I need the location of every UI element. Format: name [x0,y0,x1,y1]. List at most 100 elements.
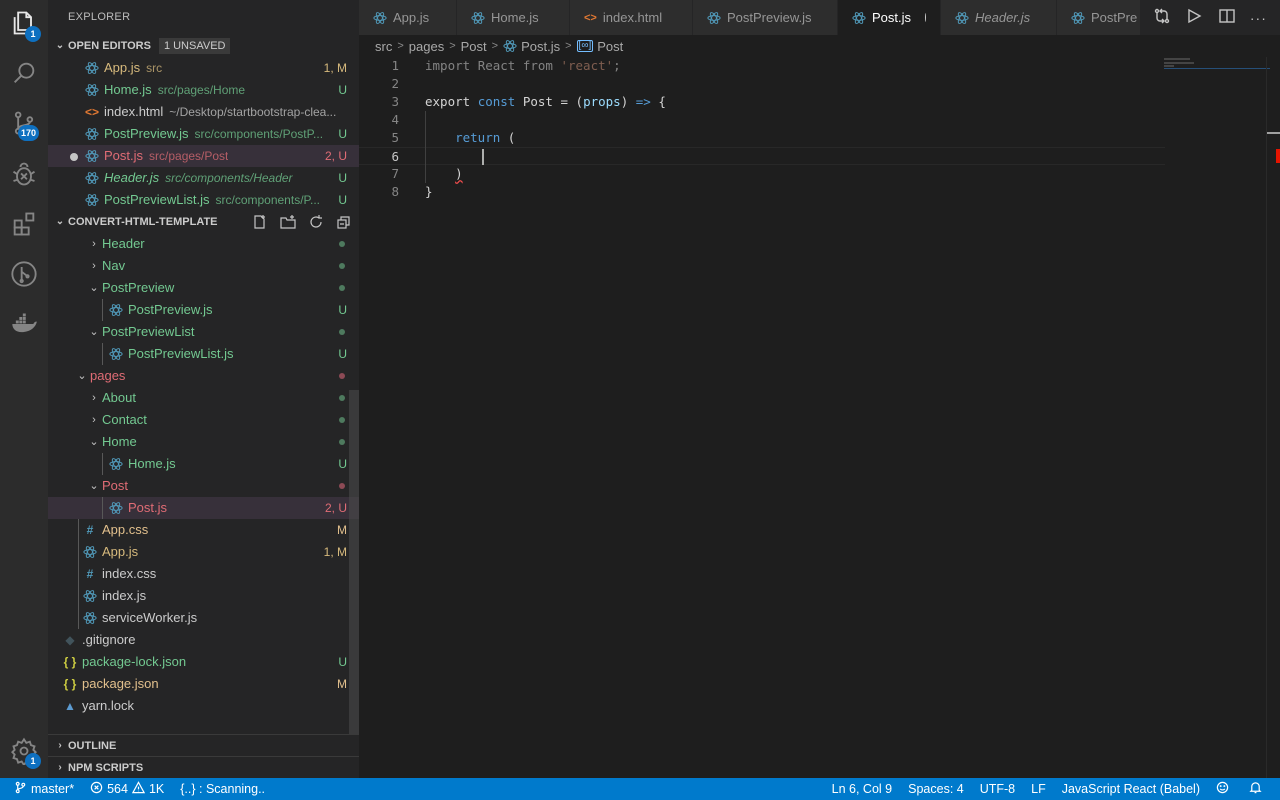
tree-file[interactable]: { } package.json M [48,673,359,695]
end-of-line[interactable]: LF [1023,778,1054,800]
sidebar-scrollbar[interactable] [349,390,359,736]
chevron-right-icon: › [92,260,96,272]
tree-file[interactable]: { } package-lock.json U [48,651,359,673]
docker-activity[interactable] [0,301,48,349]
breadcrumb-symbol[interactable]: Post [597,39,623,54]
open-editor-item[interactable]: <> index.html ~/Desktop/startbootstrap-cle… [48,101,359,123]
open-editor-item[interactable]: Post.js src/pages/Post 2, U [48,145,359,167]
code-token: props [583,94,621,109]
tree-folder[interactable]: ⌄ PostPreviewList [48,321,359,343]
search-activity[interactable] [0,50,48,98]
encoding[interactable]: UTF-8 [972,778,1023,800]
breadcrumb-src[interactable]: src [375,39,392,54]
tree-folder[interactable]: ⌄ PostPreview [48,277,359,299]
compare-changes-icon[interactable] [1153,7,1171,28]
tree-folder[interactable]: › Header [48,233,359,255]
unsaved-dot-icon[interactable] [925,13,926,22]
split-editor-icon[interactable] [1218,7,1236,28]
notifications-button[interactable] [1241,778,1280,800]
git-status: U [338,127,347,141]
code-editor[interactable]: 1 import React from 'react'; 2 3 export cons… [359,57,1280,778]
npm-scripts-header[interactable]: › NPM SCRIPTS [48,756,359,778]
cursor-position[interactable]: Ln 6, Col 9 [824,778,900,800]
tab-post-js[interactable]: Post.js [838,0,941,35]
code-line[interactable]: 6 [359,147,1165,165]
indent-guide [78,563,79,585]
breadcrumb-pages[interactable]: pages [409,39,444,54]
tree-file[interactable]: ▲ yarn.lock [48,695,359,717]
tab-index-html[interactable]: <> index.html [570,0,693,35]
chevron-down-icon: ⌄ [55,40,65,51]
tree-file[interactable]: # App.css M [48,519,359,541]
tree-file[interactable]: Post.js 2, U [48,497,359,519]
code-line[interactable]: 1 import React from 'react'; [359,57,1165,75]
open-editor-item[interactable]: Header.js src/components/Header U [48,167,359,189]
open-editor-item[interactable]: App.js src 1, M [48,57,359,79]
tree-file[interactable]: PostPreviewList.js U [48,343,359,365]
tree-file[interactable]: App.js 1, M [48,541,359,563]
collapse-all-icon[interactable] [335,211,353,233]
tree-folder[interactable]: ⌄ pages [48,365,359,387]
tree-file[interactable]: Home.js U [48,453,359,475]
code-token: from [522,58,561,73]
code-line[interactable]: 7 ) [359,165,1165,183]
tab-header-js[interactable]: Header.js [941,0,1057,35]
scanning-status[interactable]: {..} : Scanning.. [172,778,273,800]
tree-file[interactable]: # index.css [48,563,359,585]
open-editor-item[interactable]: PostPreview.js src/components/PostP... U [48,123,359,145]
run-icon[interactable] [1185,7,1203,28]
open-editor-item[interactable]: Home.js src/pages/Home U [48,79,359,101]
branch-status[interactable]: master* [0,778,82,800]
tree-file[interactable]: PostPreview.js U [48,299,359,321]
git-graph-activity[interactable] [0,251,48,299]
minimap[interactable] [1164,57,1270,778]
git-status: 1, M [323,545,347,559]
open-editors-header[interactable]: ⌄ OPEN EDITORS 1 UNSAVED [48,35,359,57]
unsaved-dot-icon[interactable] [70,153,78,161]
breadcrumb-file[interactable]: Post.js [521,39,560,54]
tab-app-js[interactable]: App.js [359,0,457,35]
npm-scripts-label: NPM SCRIPTS [68,761,144,774]
language-mode[interactable]: JavaScript React (Babel) [1054,778,1208,800]
new-folder-icon[interactable] [279,211,297,233]
code-line[interactable]: 2 [359,75,1165,93]
breadcrumb-post-folder[interactable]: Post [461,39,487,54]
debug-activity[interactable] [0,151,48,199]
indent-guide [78,585,79,607]
tab-postpreview-js[interactable]: PostPreview.js [693,0,838,35]
refresh-icon[interactable] [307,211,325,233]
more-actions-icon[interactable]: ··· [1250,10,1267,26]
tree-folder[interactable]: ⌄ Post [48,475,359,497]
bell-icon [1249,781,1266,797]
tree-file[interactable]: ◆ .gitignore [48,629,359,651]
code-token: { [658,94,666,109]
feedback-button[interactable] [1208,778,1241,800]
problems-status[interactable]: 564 1K [82,778,172,800]
project-header[interactable]: ⌄ CONVERT-HTML-TEMPLATE [48,211,359,233]
line-code: export const Post = (props) => { [425,93,666,111]
tree-folder[interactable]: › Contact [48,409,359,431]
open-editor-item[interactable]: PostPreviewList.js src/components/P... U [48,189,359,211]
line-number: 8 [391,184,399,199]
tree-folder[interactable]: › About [48,387,359,409]
editor-scrollbar[interactable] [1266,57,1280,778]
search-icon [10,59,38,90]
tree-file[interactable]: serviceWorker.js [48,607,359,629]
vscode-window: 1 170 1 EXPLORER ⌄ OPEN EDITORS 1 UNSAVE… [0,0,1280,800]
code-line[interactable]: 8} [359,183,1165,201]
explorer-activity[interactable]: 1 [0,0,48,48]
code-line[interactable]: 4 [359,111,1165,129]
tree-folder[interactable]: › Nav [48,255,359,277]
scm-activity[interactable]: 170 [0,100,48,148]
tree-folder[interactable]: ⌄ Home [48,431,359,453]
code-line[interactable]: 5 return ( [359,129,1165,147]
indentation[interactable]: Spaces: 4 [900,778,972,800]
tab-home-js[interactable]: Home.js [457,0,570,35]
outline-header[interactable]: › OUTLINE [48,734,359,756]
tree-file[interactable]: index.js [48,585,359,607]
new-file-icon[interactable] [251,211,269,233]
manage-activity[interactable]: 1 [0,728,48,776]
extensions-activity[interactable] [0,201,48,249]
code-line[interactable]: 3 export const Post = (props) => { [359,93,1165,111]
